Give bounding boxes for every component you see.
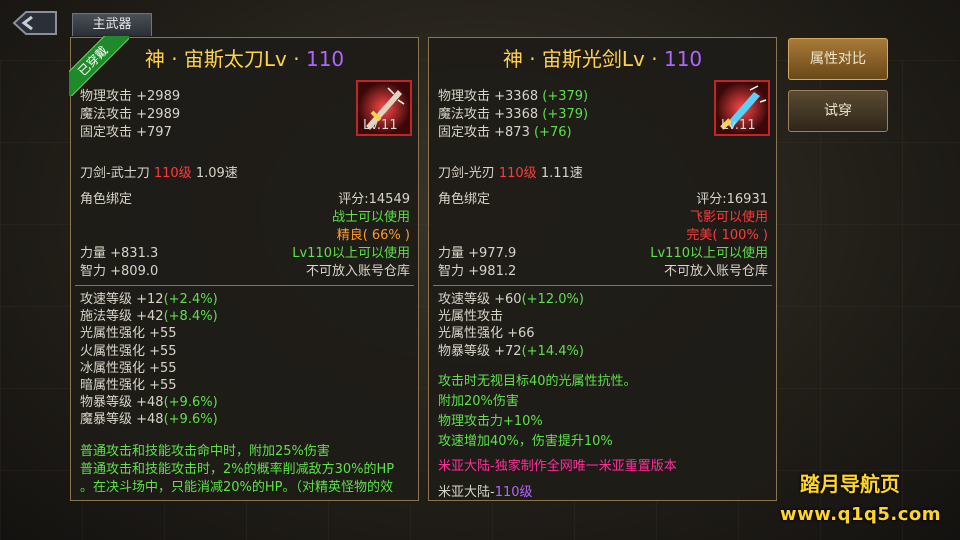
watermark-name: 踏月导航页 — [800, 472, 900, 496]
attribute-line: 暗属性强化 +55 — [80, 378, 177, 393]
attribute-line: 冰属性强化 +55 — [80, 360, 177, 376]
attribute-line: 火属性强化 +55 — [80, 343, 177, 359]
effect-line: 附加20%伤害 — [438, 394, 519, 409]
item-enhance-level: Lv.11 — [721, 118, 756, 133]
try-on-button[interactable]: 试穿 — [788, 90, 888, 132]
attribute-line: 物暴等级 +48(+9.6%) — [80, 395, 218, 411]
attribute-line: 物暴等级 +72(+14.4%) — [438, 343, 584, 359]
item-icon[interactable]: Lv.11 — [714, 80, 770, 136]
item-icon[interactable]: Lv.11 — [356, 80, 412, 136]
strength: 力量 +831.3 — [80, 246, 159, 261]
usable-class: 飞影可以使用 — [689, 210, 768, 225]
phys-attack: 物理攻击 +2989 — [80, 89, 181, 104]
intelligence: 智力 +809.0 — [80, 264, 159, 279]
compare-attributes-button[interactable]: 属性对比 — [788, 38, 888, 80]
weapon-type: 刀剑-武士刀 110级 1.09速 — [80, 166, 238, 181]
attribute-line: 光属性攻击 — [438, 309, 504, 325]
quality: 精良( 66% ) — [336, 228, 410, 243]
item-title: 神 · 宙斯光剑Lv · 110 — [502, 47, 703, 71]
strength: 力量 +977.9 — [438, 246, 517, 261]
effect-line: 攻击时无视目标40的光属性抗性。 — [438, 374, 637, 389]
fixed-attack: 固定攻击 +797 — [80, 125, 172, 140]
attribute-line: 攻速等级 +12(+2.4%) — [80, 292, 218, 307]
score: 评分:14549 — [338, 192, 410, 207]
equipped-item-panel: 已穿戴 神 · 宙斯太刀Lv · 110 Lv.11 物理攻击 +2989 魔法… — [69, 36, 419, 501]
set-footer: 米亚大陆-110级 — [438, 485, 533, 500]
attribute-line: 魔暴等级 +48(+9.6%) — [80, 412, 218, 428]
back-arrow-icon[interactable] — [8, 8, 62, 38]
level-requirement: Lv110以上可以使用 — [292, 246, 410, 261]
fixed-attack: 固定攻击 +873 (+76) — [438, 125, 572, 140]
tab-main-weapon[interactable]: 主武器 — [72, 13, 152, 36]
bind-status: 角色绑定 — [438, 192, 491, 207]
intelligence: 智力 +981.2 — [438, 264, 517, 279]
watermark-url: www.q1q5.com — [780, 504, 942, 525]
effect-line: 普通攻击和技能攻击命中时，附加25%伤害 — [80, 444, 330, 459]
level-requirement: Lv110以上可以使用 — [650, 246, 768, 261]
item-title: 神 · 宙斯太刀Lv · 110 — [144, 47, 345, 71]
attribute-line: 光属性强化 +66 — [438, 326, 535, 342]
quality: 完美( 100% ) — [686, 228, 768, 243]
weapon-type: 刀剑-光刃 110级 1.11速 — [438, 166, 583, 181]
divider — [433, 285, 772, 286]
divider — [75, 285, 414, 286]
phys-attack: 物理攻击 +3368 (+379) — [438, 89, 589, 104]
server-note: 米亚大陆-独家制作全网唯一米亚重置版本 — [438, 459, 677, 474]
magic-attack: 魔法攻击 +2989 — [80, 107, 181, 122]
usable-class: 战士可以使用 — [331, 210, 410, 225]
storage-restriction: 不可放入账号仓库 — [305, 264, 410, 279]
storage-restriction: 不可放入账号仓库 — [663, 264, 768, 279]
effect-line: 攻速增加40%，伤害提升10% — [438, 434, 613, 449]
magic-attack: 魔法攻击 +3368 (+379) — [438, 107, 589, 122]
effect-line: 物理攻击力+10% — [438, 414, 543, 429]
attribute-line: 施法等级 +42(+8.4%) — [80, 309, 218, 325]
effect-line: 普通攻击和技能攻击时，2%的概率削减敌方30%的HP — [80, 462, 395, 477]
bind-status: 角色绑定 — [80, 192, 133, 207]
item-enhance-level: Lv.11 — [363, 118, 398, 133]
compare-item-panel: 神 · 宙斯光剑Lv · 110 Lv.11 物理攻击 +3368 (+379)… — [428, 37, 777, 501]
score: 评分:16931 — [696, 192, 768, 207]
attribute-line: 光属性强化 +55 — [80, 326, 177, 342]
effect-line: 。在决斗场中，只能消减20%的HP。（对精英怪物的效 — [80, 480, 394, 495]
attribute-line: 攻速等级 +60(+12.0%) — [438, 292, 584, 307]
